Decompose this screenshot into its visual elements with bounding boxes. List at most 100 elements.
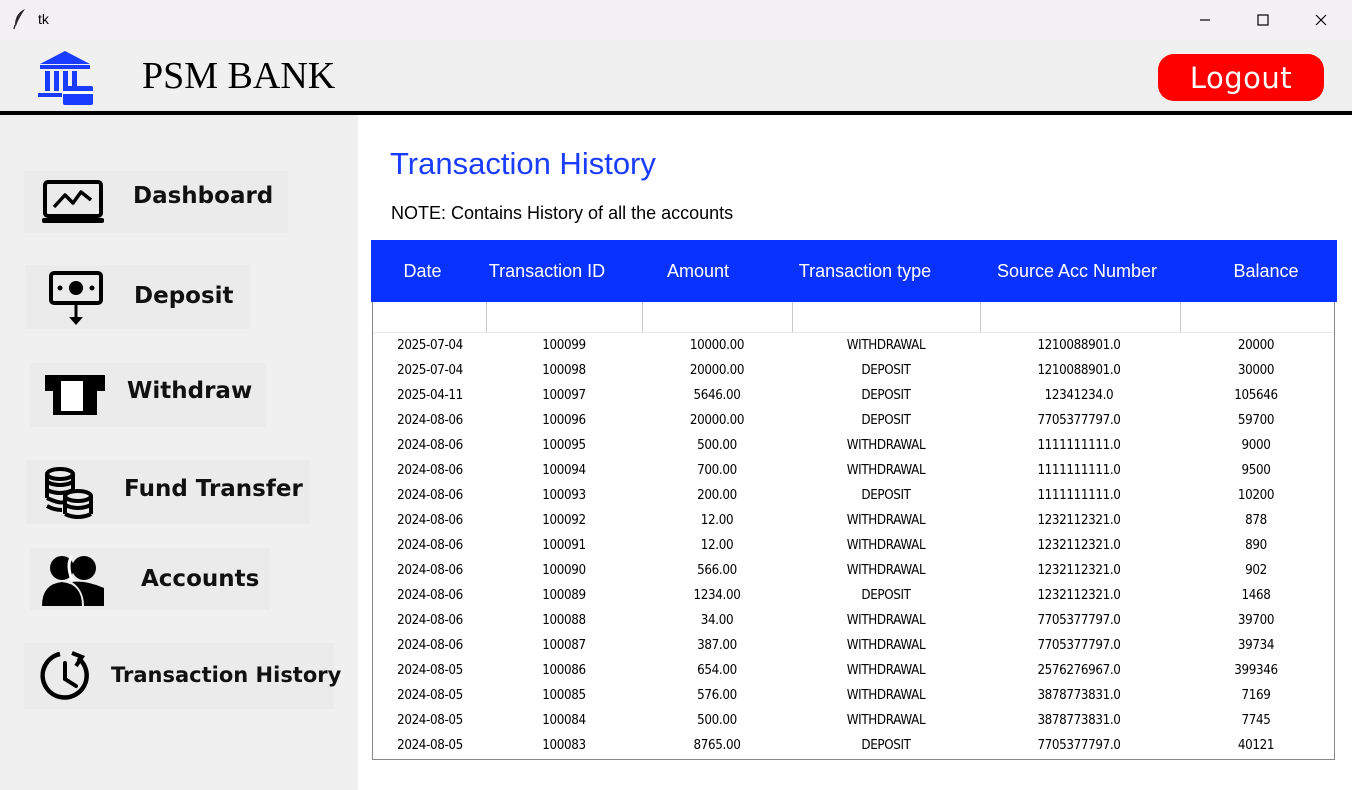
table-row[interactable]: 2025-07-04 100099 10000.00 WITHDRAWAL 121008… bbox=[373, 333, 1334, 358]
column-header[interactable]: Transaction ID bbox=[474, 240, 620, 302]
table-cell: 2025-07-04 bbox=[397, 363, 463, 378]
sidebar-item-accounts[interactable]: Accounts bbox=[30, 548, 270, 610]
table-cell: 2024-08-05 bbox=[397, 663, 463, 678]
table-row[interactable]: 2024-08-06 100091 12.00 WITHDRAWAL 123211232… bbox=[373, 533, 1334, 558]
table-cell: 2024-08-06 bbox=[397, 588, 463, 603]
table-row[interactable]: 2024-08-06 100096 20000.00 DEPOSIT 770537779… bbox=[373, 408, 1334, 433]
sidebar-item-fund-transfer[interactable]: Fund Transfer bbox=[26, 460, 310, 524]
table-cell: 2025-07-04 bbox=[397, 338, 463, 353]
table-cell: 100088 bbox=[542, 613, 586, 628]
table-cell: 1111111111.0 bbox=[1037, 438, 1121, 453]
table-cell: 2024-08-06 bbox=[397, 563, 463, 578]
column-divider bbox=[1180, 302, 1181, 332]
window-title: tk bbox=[38, 11, 49, 27]
column-divider bbox=[642, 302, 643, 332]
table-cell: 9500 bbox=[1241, 463, 1271, 478]
column-header[interactable]: Transaction type bbox=[776, 240, 954, 302]
table-cell: DEPOSIT bbox=[861, 388, 911, 403]
sidebar-item-deposit[interactable]: Deposit bbox=[26, 265, 250, 329]
table-cell: 100086 bbox=[542, 663, 586, 678]
table-cell: 1232112321.0 bbox=[1037, 538, 1121, 553]
sidebar-item-label: Deposit bbox=[134, 283, 234, 309]
table-row[interactable]: 2024-08-05 100086 654.00 WITHDRAWAL 25762769… bbox=[373, 658, 1334, 683]
table-cell: 7705377797.0 bbox=[1037, 413, 1121, 428]
table-row[interactable]: 2024-08-06 100092 12.00 WITHDRAWAL 123211232… bbox=[373, 508, 1334, 533]
table-row[interactable]: 2024-08-06 100090 566.00 WITHDRAWAL 12321123… bbox=[373, 558, 1334, 583]
column-divider bbox=[792, 302, 793, 332]
table-cell: 1232112321.0 bbox=[1037, 588, 1121, 603]
table-cell: 20000.00 bbox=[689, 413, 745, 428]
logout-button[interactable]: Logout bbox=[1158, 54, 1324, 101]
table-cell: 100091 bbox=[542, 538, 586, 553]
table-cell: 1232112321.0 bbox=[1037, 563, 1121, 578]
table-row[interactable]: 2025-07-04 100098 20000.00 DEPOSIT 121008890… bbox=[373, 358, 1334, 383]
table-cell: 1111111111.0 bbox=[1037, 463, 1121, 478]
table-cell: 34.00 bbox=[700, 613, 734, 628]
maximize-icon bbox=[1257, 14, 1269, 26]
table-cell: 100087 bbox=[542, 638, 586, 653]
column-header[interactable]: Balance bbox=[1201, 240, 1331, 302]
table-cell: 1234.00 bbox=[693, 588, 741, 603]
table-cell: 1232112321.0 bbox=[1037, 513, 1121, 528]
table-row[interactable]: 2025-04-11 100097 5646.00 DEPOSIT 12341234.0… bbox=[373, 383, 1334, 408]
table-cell: 100096 bbox=[542, 413, 586, 428]
table-cell: 2024-08-06 bbox=[397, 538, 463, 553]
table-cell: 12.00 bbox=[700, 513, 734, 528]
table-cell: 654.00 bbox=[697, 663, 737, 678]
table-row[interactable]: 2024-08-06 100093 200.00 DEPOSIT 1111111111.… bbox=[373, 483, 1334, 508]
table-cell: 100099 bbox=[542, 338, 586, 353]
table-cell: DEPOSIT bbox=[861, 363, 911, 378]
minimize-button[interactable] bbox=[1176, 0, 1234, 40]
sidebar-item-label: Accounts bbox=[141, 566, 260, 592]
table-cell: 20000 bbox=[1237, 338, 1275, 353]
column-header[interactable]: Source Acc Number bbox=[976, 240, 1178, 302]
close-button[interactable] bbox=[1292, 0, 1350, 40]
table-cell: 100084 bbox=[542, 713, 586, 728]
table-row[interactable]: 2024-08-05 100085 576.00 WITHDRAWAL 38787738… bbox=[373, 683, 1334, 708]
sidebar-item-transaction-history[interactable]: Transaction History bbox=[24, 643, 341, 709]
table-cell: 890 bbox=[1245, 538, 1267, 553]
clock-history-icon bbox=[40, 651, 89, 700]
app-window: tk PSM BANK Logout Dashboard Deposit Wit… bbox=[0, 0, 1352, 790]
table-row[interactable]: 2024-08-06 100095 500.00 WITHDRAWAL 11111111… bbox=[373, 433, 1334, 458]
note-text: NOTE: Contains History of all the accoun… bbox=[391, 203, 734, 223]
table-cell: WITHDRAWAL bbox=[846, 438, 926, 453]
table-row[interactable]: 2024-08-06 100088 34.00 WITHDRAWAL 770537779… bbox=[373, 608, 1334, 633]
table-cell: WITHDRAWAL bbox=[846, 613, 926, 628]
table-cell: WITHDRAWAL bbox=[846, 513, 926, 528]
table-row[interactable]: 2024-08-05 100084 500.00 WITHDRAWAL 38787738… bbox=[373, 708, 1334, 733]
table-row[interactable]: 2024-08-06 100094 700.00 WITHDRAWAL 11111111… bbox=[373, 458, 1334, 483]
table-row[interactable]: 2024-08-06 100089 1234.00 DEPOSIT 1232112321… bbox=[373, 583, 1334, 608]
transaction-table[interactable]: 2025-07-04 100099 10000.00 WITHDRAWAL 121008… bbox=[372, 302, 1335, 760]
table-cell: 387.00 bbox=[697, 638, 737, 653]
table-cell: 2024-08-06 bbox=[397, 463, 463, 478]
table-cell: WITHDRAWAL bbox=[846, 563, 926, 578]
table-cell: 100090 bbox=[542, 563, 586, 578]
table-header: Date Transaction ID Amount Transaction t… bbox=[371, 240, 1337, 302]
table-cell: 2024-08-06 bbox=[397, 638, 463, 653]
table-cell: 500.00 bbox=[697, 438, 737, 453]
table-cell: DEPOSIT bbox=[861, 488, 911, 503]
column-header[interactable]: Date bbox=[371, 240, 474, 302]
table-cell: 3878773831.0 bbox=[1037, 713, 1121, 728]
sidebar-item-withdraw[interactable]: Withdraw bbox=[30, 363, 266, 427]
table-cell: WITHDRAWAL bbox=[846, 463, 926, 478]
monitor-chart-icon bbox=[42, 180, 104, 223]
table-cell: 2024-08-05 bbox=[397, 713, 463, 728]
table-cell: 10000.00 bbox=[689, 338, 745, 353]
table-cell: 20000.00 bbox=[689, 363, 745, 378]
table-row[interactable]: 2024-08-06 100087 387.00 WITHDRAWAL 77053777… bbox=[373, 633, 1334, 658]
table-row[interactable]: 2024-08-05 100083 8765.00 DEPOSIT 7705377797… bbox=[373, 733, 1334, 758]
table-cell: WITHDRAWAL bbox=[846, 688, 926, 703]
table-cell: 100092 bbox=[542, 513, 586, 528]
table-cell: 30000 bbox=[1237, 363, 1275, 378]
column-divider bbox=[980, 302, 981, 332]
sidebar-item-dashboard[interactable]: Dashboard bbox=[24, 171, 288, 233]
table-cell: 100098 bbox=[542, 363, 586, 378]
sidebar-item-label: Transaction History bbox=[111, 663, 342, 687]
column-divider bbox=[486, 302, 487, 332]
table-cell: 12.00 bbox=[700, 538, 734, 553]
table-cell: 2024-08-06 bbox=[397, 438, 463, 453]
maximize-button[interactable] bbox=[1234, 0, 1292, 40]
column-header[interactable]: Amount bbox=[631, 240, 765, 302]
